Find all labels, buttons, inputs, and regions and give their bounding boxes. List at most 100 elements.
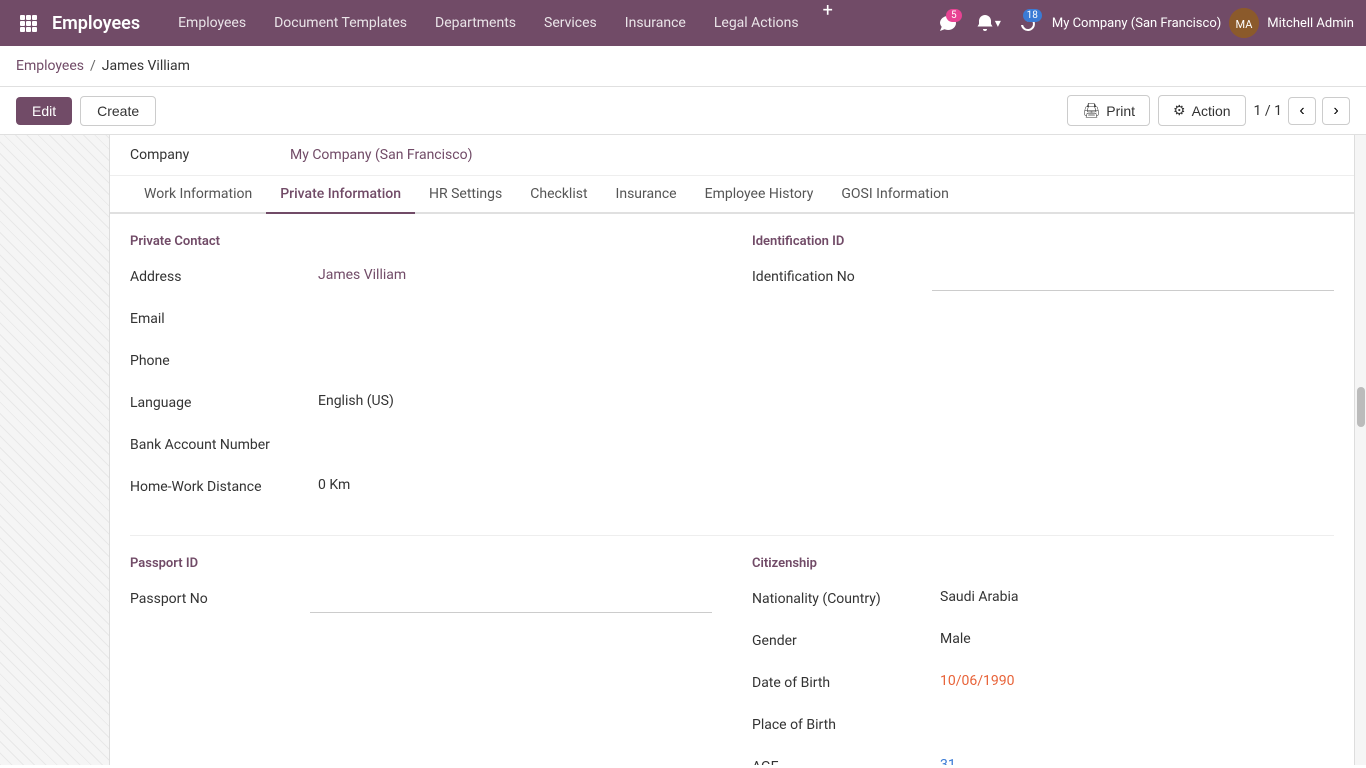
chat-icon-btn[interactable]: 5 bbox=[932, 7, 964, 39]
address-value[interactable]: James Villiam bbox=[310, 263, 712, 291]
refresh-icon-btn[interactable]: 18 bbox=[1012, 7, 1044, 39]
breadcrumb: Employees / James Villiam bbox=[0, 46, 1366, 87]
private-contact-section: Private Contact Address James Villiam Em… bbox=[130, 234, 712, 515]
app-grid-icon[interactable] bbox=[12, 7, 44, 39]
content-area: Company My Company (San Francisco) Work … bbox=[110, 135, 1354, 765]
toolbar: Edit Create 🖨 Print ⚙ Action 1 / 1 ‹ › bbox=[0, 87, 1366, 135]
private-contact-title: Private Contact bbox=[130, 234, 712, 249]
field-dob: Date of Birth 10/06/1990 bbox=[752, 669, 1334, 701]
company-field-value[interactable]: My Company (San Francisco) bbox=[290, 147, 472, 163]
pagination-text: 1 / 1 bbox=[1254, 103, 1282, 119]
bank-account-label: Bank Account Number bbox=[130, 431, 310, 453]
breadcrumb-current: James Villiam bbox=[102, 58, 190, 74]
dob-value[interactable]: 10/06/1990 bbox=[932, 669, 1334, 697]
identification-title: Identification ID bbox=[752, 234, 1334, 249]
tab-employee-history[interactable]: Employee History bbox=[691, 176, 828, 214]
company-selector[interactable]: My Company (San Francisco) bbox=[1052, 16, 1221, 31]
svg-text:MA: MA bbox=[1236, 18, 1254, 31]
print-button[interactable]: 🖨 Print bbox=[1067, 95, 1150, 126]
tab-insurance[interactable]: Insurance bbox=[602, 176, 691, 214]
phone-label: Phone bbox=[130, 347, 310, 369]
left-sidebar bbox=[0, 135, 110, 765]
home-work-label: Home-Work Distance bbox=[130, 473, 310, 495]
nav-legal-actions[interactable]: Legal Actions bbox=[700, 0, 813, 46]
nationality-label: Nationality (Country) bbox=[752, 585, 932, 607]
citizenship-title: Citizenship bbox=[752, 556, 1334, 571]
address-label: Address bbox=[130, 263, 310, 285]
scrollbar-thumb[interactable] bbox=[1357, 387, 1365, 427]
tab-checklist[interactable]: Checklist bbox=[516, 176, 601, 214]
tab-private-information[interactable]: Private Information bbox=[266, 176, 415, 214]
bell-icon-btn[interactable]: ▾ bbox=[972, 7, 1004, 39]
app-title: Employees bbox=[52, 13, 140, 34]
top-nav: Employees Employees Document Templates D… bbox=[0, 0, 1366, 46]
age-value[interactable]: 31 bbox=[932, 753, 1334, 765]
form-content: Private Contact Address James Villiam Em… bbox=[110, 214, 1354, 765]
two-col-layout: Private Contact Address James Villiam Em… bbox=[130, 234, 1334, 515]
scrollbar[interactable] bbox=[1354, 135, 1366, 765]
field-age: AGE 31 bbox=[752, 753, 1334, 765]
user-avatar[interactable]: MA bbox=[1229, 8, 1259, 38]
nav-services[interactable]: Services bbox=[530, 0, 611, 46]
email-label: Email bbox=[130, 305, 310, 327]
field-language: Language English (US) bbox=[130, 389, 712, 421]
field-gender: Gender Male bbox=[752, 627, 1334, 659]
nav-employees[interactable]: Employees bbox=[164, 0, 260, 46]
nav-right: 5 ▾ 18 My Company (San Francisco) MA Mit… bbox=[932, 7, 1354, 39]
nav-add-btn[interactable]: + bbox=[813, 0, 843, 46]
tab-work-information[interactable]: Work Information bbox=[130, 176, 266, 214]
nav-document-templates[interactable]: Document Templates bbox=[260, 0, 421, 46]
nav-links: Employees Document Templates Departments… bbox=[164, 0, 932, 46]
field-nationality: Nationality (Country) Saudi Arabia bbox=[752, 585, 1334, 617]
company-row: Company My Company (San Francisco) bbox=[110, 135, 1354, 176]
action-button[interactable]: ⚙ Action bbox=[1158, 95, 1245, 126]
print-icon: 🖨 bbox=[1082, 102, 1100, 119]
gear-icon: ⚙ bbox=[1173, 102, 1186, 119]
breadcrumb-parent[interactable]: Employees bbox=[16, 58, 84, 74]
nav-insurance[interactable]: Insurance bbox=[611, 0, 700, 46]
action-label: Action bbox=[1192, 103, 1231, 119]
pagination: 1 / 1 ‹ › bbox=[1254, 97, 1350, 125]
prev-page-button[interactable]: ‹ bbox=[1288, 97, 1316, 125]
place-of-birth-value[interactable] bbox=[932, 711, 1334, 739]
passport-no-label: Passport No bbox=[130, 585, 310, 607]
dob-label: Date of Birth bbox=[752, 669, 932, 691]
age-label: AGE bbox=[752, 753, 932, 765]
field-email: Email bbox=[130, 305, 712, 337]
main-content: Company My Company (San Francisco) Work … bbox=[0, 135, 1366, 765]
user-name[interactable]: Mitchell Admin bbox=[1267, 16, 1354, 31]
identification-section: Identification ID Identification No bbox=[752, 234, 1334, 515]
nav-departments[interactable]: Departments bbox=[421, 0, 530, 46]
chat-badge: 5 bbox=[946, 9, 962, 22]
field-place-of-birth: Place of Birth bbox=[752, 711, 1334, 743]
passport-title: Passport ID bbox=[130, 556, 712, 571]
field-home-work-distance: Home-Work Distance 0 Km bbox=[130, 473, 712, 505]
edit-button[interactable]: Edit bbox=[16, 97, 72, 125]
gender-value[interactable]: Male bbox=[932, 627, 1334, 655]
nationality-value[interactable]: Saudi Arabia bbox=[932, 585, 1334, 613]
tab-hr-settings[interactable]: HR Settings bbox=[415, 176, 516, 214]
tab-gosi-information[interactable]: GOSI Information bbox=[827, 176, 963, 214]
field-passport-no: Passport No bbox=[130, 585, 712, 617]
identification-no-value[interactable] bbox=[932, 263, 1334, 291]
language-value[interactable]: English (US) bbox=[310, 389, 712, 417]
refresh-badge: 18 bbox=[1023, 9, 1042, 22]
bank-account-value[interactable] bbox=[310, 431, 712, 459]
gender-label: Gender bbox=[752, 627, 932, 649]
bell-chevron: ▾ bbox=[995, 16, 1001, 30]
home-work-value[interactable]: 0 Km bbox=[310, 473, 712, 501]
tabs-bar: Work Information Private Information HR … bbox=[110, 176, 1354, 214]
create-button[interactable]: Create bbox=[80, 96, 156, 126]
field-bank-account: Bank Account Number bbox=[130, 431, 712, 463]
passport-no-value[interactable] bbox=[310, 585, 712, 613]
breadcrumb-separator: / bbox=[90, 58, 96, 74]
next-page-button[interactable]: › bbox=[1322, 97, 1350, 125]
passport-section: Passport ID Passport No bbox=[130, 556, 712, 765]
phone-value[interactable] bbox=[310, 347, 712, 375]
language-label: Language bbox=[130, 389, 310, 411]
section-divider-1 bbox=[130, 535, 1334, 536]
field-identification-no: Identification No bbox=[752, 263, 1334, 295]
field-address: Address James Villiam bbox=[130, 263, 712, 295]
field-phone: Phone bbox=[130, 347, 712, 379]
email-value[interactable] bbox=[310, 305, 712, 333]
